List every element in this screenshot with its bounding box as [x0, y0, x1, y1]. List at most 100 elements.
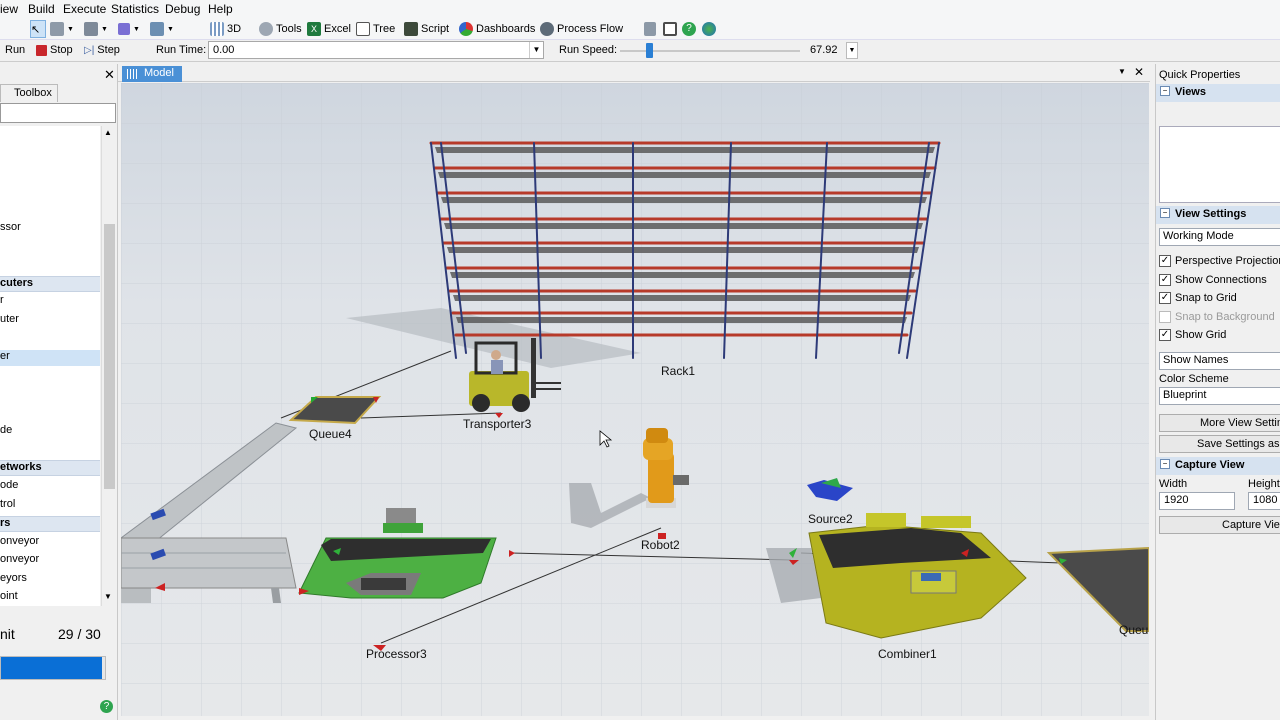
main-toolbar: ↖ ▼ ▼ ▼ ▼ 3D Tools X Excel Tree Script D…	[0, 18, 1280, 40]
list-item[interactable]: ssor	[0, 221, 100, 237]
view-settings-header-label: View Settings	[1175, 208, 1247, 220]
globe-icon	[702, 22, 716, 36]
list-item[interactable]: eyors	[0, 572, 100, 588]
runspeed-slider-thumb[interactable]	[646, 43, 653, 58]
select-mode-button[interactable]: ↖	[30, 20, 46, 38]
chevron-down-icon[interactable]: ▼	[104, 592, 112, 601]
list-item-selected[interactable]: er	[0, 350, 100, 366]
btn-tree-label: Tree	[373, 23, 396, 35]
list-item[interactable]: trol	[0, 498, 100, 514]
perspective-projection-checkbox[interactable]: ✓ Perspective Projection	[1158, 253, 1280, 271]
list-item[interactable]: onveyor	[0, 535, 100, 551]
btn-excel[interactable]: X Excel	[307, 20, 351, 38]
help-button[interactable]: ?	[682, 20, 696, 38]
run-button[interactable]: Run	[5, 44, 25, 56]
cursor-icon: ↖	[31, 23, 41, 36]
save-settings-button[interactable]: Save Settings as D	[1159, 435, 1280, 453]
show-grid-checkbox[interactable]: ✓ Show Grid	[1158, 327, 1280, 345]
list-item[interactable]: oint	[0, 590, 100, 606]
btn-3d-label: 3D	[227, 23, 242, 35]
btn-3d[interactable]: 3D	[210, 20, 241, 38]
stop-button[interactable]: Stop	[36, 44, 73, 56]
scene-canvas	[121, 83, 1149, 716]
label-queue-partial[interactable]: Queu	[1119, 623, 1148, 637]
label-processor[interactable]: Processor3	[366, 647, 427, 661]
menu-execute[interactable]: Execute	[63, 2, 106, 16]
close-icon[interactable]: ✕	[1134, 65, 1144, 79]
tab-model[interactable]: Model	[122, 66, 182, 82]
working-mode-dropdown[interactable]: Working Mode	[1159, 228, 1280, 246]
help-icon[interactable]: ?	[100, 700, 113, 713]
width-field[interactable]: 1920	[1159, 492, 1235, 510]
show-names-dropdown[interactable]: Show Names	[1159, 352, 1280, 370]
close-icon[interactable]: ✕	[104, 67, 115, 83]
btn-tree[interactable]: Tree	[356, 20, 395, 38]
shape-button[interactable]: ▼	[118, 20, 140, 38]
scrollbar-thumb[interactable]	[104, 224, 115, 489]
show-connections-checkbox[interactable]: ✓ Show Connections	[1158, 272, 1280, 290]
step-button[interactable]: ▷| Step	[84, 44, 120, 56]
views-section-header[interactable]: − Views	[1156, 84, 1280, 102]
online-button[interactable]	[702, 20, 716, 38]
snap-to-background-checkbox[interactable]: Snap to Background	[1158, 309, 1280, 327]
label-transporter[interactable]: Transporter3	[463, 417, 531, 431]
edit-button[interactable]: ▼	[150, 20, 174, 38]
layout-button[interactable]	[644, 20, 656, 38]
tree-icon	[356, 22, 370, 36]
btn-tools[interactable]: Tools	[259, 20, 302, 38]
list-group-header[interactable]: cuters	[0, 276, 100, 292]
collapse-icon[interactable]: −	[1160, 459, 1170, 469]
menu-view[interactable]: iew	[0, 2, 18, 16]
color-scheme-dropdown[interactable]: Blueprint	[1159, 387, 1280, 405]
progress-bar-fill	[1, 657, 102, 679]
label-robot[interactable]: Robot2	[641, 538, 680, 552]
views-list[interactable]	[1159, 126, 1280, 203]
label-combiner[interactable]: Combiner1	[878, 647, 937, 661]
label-source[interactable]: Source2	[808, 512, 853, 526]
btn-script[interactable]: Script	[404, 20, 449, 38]
list-group-header[interactable]: rs	[0, 516, 100, 532]
chevron-down-icon[interactable]: ▼	[1118, 67, 1126, 76]
model-tab-bar: Model ▼ ✕	[118, 64, 1150, 82]
network-mode-button[interactable]: ▼	[84, 20, 108, 38]
runspeed-dropdown[interactable]: ▼	[846, 42, 858, 59]
btn-processflow[interactable]: Process Flow	[540, 20, 623, 38]
list-group-header[interactable]: etworks	[0, 460, 100, 476]
view-settings-section-header[interactable]: − View Settings	[1156, 206, 1280, 224]
menu-debug[interactable]: Debug	[165, 2, 200, 16]
grid-3d-icon	[127, 69, 139, 79]
menu-statistics[interactable]: Statistics	[111, 2, 159, 16]
chevron-down-icon[interactable]: ▼	[529, 42, 543, 58]
checkbox-box	[1159, 311, 1171, 323]
window-button[interactable]	[663, 20, 677, 38]
list-item[interactable]: uter	[0, 313, 100, 329]
script-icon	[404, 22, 418, 36]
snap-to-grid-checkbox[interactable]: ✓ Snap to Grid	[1158, 290, 1280, 308]
list-item[interactable]: de	[0, 424, 100, 440]
runtime-field[interactable]: 0.00 ▼	[208, 41, 544, 59]
height-field[interactable]: 1080	[1248, 492, 1280, 510]
collapse-icon[interactable]: −	[1160, 86, 1170, 96]
capture-view-button[interactable]: Capture View	[1159, 516, 1280, 534]
window-icon	[663, 22, 677, 36]
capture-view-section-header[interactable]: − Capture View	[1156, 457, 1280, 475]
menu-build[interactable]: Build	[28, 2, 55, 16]
label-queue4[interactable]: Queue4	[309, 427, 352, 441]
connect-mode-button[interactable]: ▼	[50, 20, 74, 38]
menu-help[interactable]: Help	[208, 2, 233, 16]
list-item[interactable]: ode	[0, 479, 100, 495]
label-rack[interactable]: Rack1	[661, 364, 695, 378]
btn-dashboards[interactable]: Dashboards	[459, 20, 535, 38]
chevron-up-icon[interactable]: ▲	[104, 128, 112, 137]
stop-label: Stop	[50, 44, 73, 56]
collapse-icon[interactable]: −	[1160, 208, 1170, 218]
model-3d-view[interactable]: Rack1 Transporter3 Queue4 Robot2 Source2…	[121, 83, 1149, 716]
excel-icon: X	[307, 22, 321, 36]
stop-icon	[36, 44, 47, 56]
toolbox-scrollbar[interactable]: ▲ ▼	[101, 126, 116, 606]
list-item[interactable]: onveyor	[0, 553, 100, 569]
tab-toolbox[interactable]: Toolbox	[0, 84, 58, 102]
toolbox-search-input[interactable]	[0, 103, 116, 123]
list-item[interactable]: r	[0, 294, 100, 310]
more-view-settings-button[interactable]: More View Setting	[1159, 414, 1280, 432]
